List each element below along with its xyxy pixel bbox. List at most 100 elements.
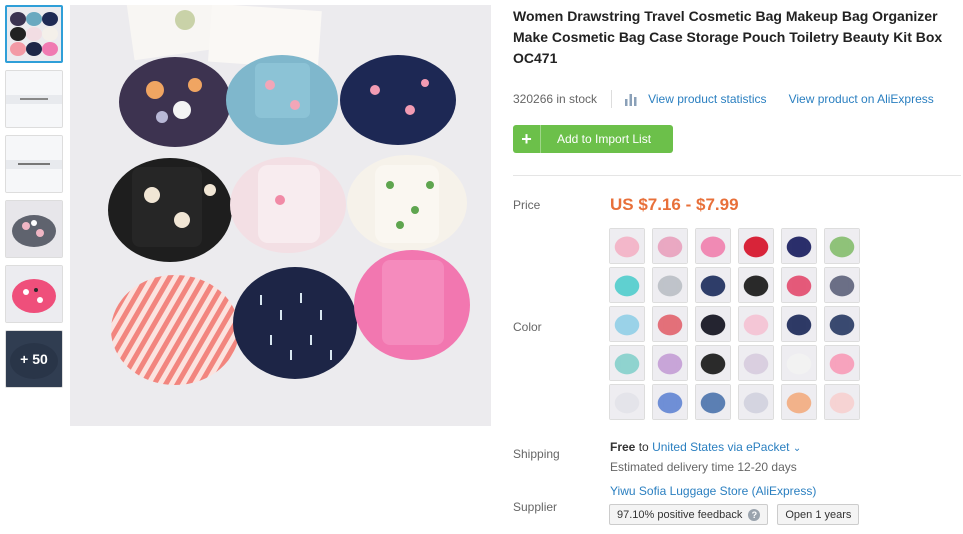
- swatch-bag-image: [610, 268, 644, 302]
- swatch-bag-image: [653, 268, 687, 302]
- color-swatch[interactable]: [652, 345, 688, 381]
- swatch-bag-image: [653, 229, 687, 263]
- swatch-bag-image: [825, 229, 859, 263]
- color-swatch[interactable]: [781, 267, 817, 303]
- pink-flamingo-image: [6, 266, 62, 322]
- divider: [611, 90, 613, 108]
- shipping-to: to: [638, 440, 649, 454]
- color-swatch[interactable]: [695, 306, 731, 342]
- swatch-bag-image: [825, 268, 859, 302]
- shipping-free: Free: [610, 440, 636, 454]
- color-label: Color: [513, 320, 542, 334]
- positive-feedback-badge: 97.10% positive feedback ?: [609, 504, 769, 525]
- swatch-bag-image: [696, 229, 730, 263]
- color-swatch[interactable]: [738, 384, 774, 420]
- thumbnail-gray-floral[interactable]: [5, 200, 63, 258]
- color-swatch[interactable]: [652, 228, 688, 264]
- add-to-import-list-button[interactable]: + Add to Import List: [513, 125, 673, 153]
- view-on-aliexpress-link[interactable]: View product on AliExpress: [789, 92, 934, 106]
- color-swatch[interactable]: [609, 267, 645, 303]
- plus-icon: +: [513, 125, 541, 153]
- swatch-bag-image: [739, 307, 773, 341]
- swatch-bag-image: [782, 346, 816, 380]
- color-swatch[interactable]: [824, 267, 860, 303]
- view-product-statistics-link[interactable]: View product statistics: [648, 92, 767, 106]
- color-swatch[interactable]: [781, 345, 817, 381]
- swatch-bag-image: [696, 307, 730, 341]
- color-swatch[interactable]: [652, 267, 688, 303]
- color-swatch-grid: [609, 228, 869, 420]
- price-label: Price: [513, 198, 541, 212]
- color-swatch[interactable]: [738, 267, 774, 303]
- swatch-bag-image: [610, 346, 644, 380]
- main-product-image[interactable]: [70, 5, 491, 426]
- feedback-text: 97.10% positive feedback: [617, 508, 743, 521]
- color-swatch[interactable]: [609, 228, 645, 264]
- color-swatch[interactable]: [824, 345, 860, 381]
- open-years-badge: Open 1 years: [777, 504, 860, 525]
- shipping-info: Free to United States via ePacket ⌄ Esti…: [610, 438, 801, 476]
- supplier-info: Yiwu Sofia Luggage Store (AliExpress): [610, 483, 816, 499]
- bar-chart-icon: [625, 94, 637, 106]
- color-swatch[interactable]: [695, 267, 731, 303]
- supplier-label: Supplier: [513, 500, 558, 514]
- color-swatch[interactable]: [738, 345, 774, 381]
- shipping-destination-dropdown[interactable]: United States via ePacket ⌄: [652, 440, 801, 454]
- swatch-bag-image: [610, 385, 644, 419]
- shipping-destination-text: United States via ePacket: [652, 440, 790, 454]
- swatch-bag-image: [610, 307, 644, 341]
- swatch-bag-image: [825, 346, 859, 380]
- delivery-estimate: Estimated delivery time 12-20 days: [610, 460, 797, 474]
- swatch-bag-image: [739, 385, 773, 419]
- swatch-bag-image: [825, 385, 859, 419]
- swatch-bag-image: [782, 229, 816, 263]
- swatch-bag-image: [739, 346, 773, 380]
- color-swatch[interactable]: [609, 384, 645, 420]
- color-swatch[interactable]: [695, 228, 731, 264]
- shipping-label: Shipping: [513, 447, 560, 461]
- swatch-bag-image: [739, 229, 773, 263]
- add-button-label: Add to Import List: [557, 132, 652, 146]
- color-swatch[interactable]: [824, 228, 860, 264]
- stock-count: 320266 in stock: [513, 92, 598, 106]
- open-years-text: Open 1 years: [785, 508, 852, 521]
- thumbnail-size-chart[interactable]: [5, 70, 63, 128]
- color-swatch[interactable]: [695, 384, 731, 420]
- thumbnail-bags-grid[interactable]: [5, 5, 63, 63]
- color-swatch[interactable]: [652, 384, 688, 420]
- thumbnail-strip: + 50: [5, 5, 63, 395]
- thumbnail-pink-flamingo[interactable]: [5, 265, 63, 323]
- help-icon[interactable]: ?: [748, 508, 761, 521]
- more-images-count: + 50: [6, 331, 62, 387]
- swatch-bag-image: [782, 385, 816, 419]
- swatch-bag-image: [653, 307, 687, 341]
- color-swatch[interactable]: [781, 306, 817, 342]
- thumbnail-more[interactable]: + 50: [5, 330, 63, 388]
- thumbnail-show-details[interactable]: [5, 135, 63, 193]
- color-swatch[interactable]: [609, 306, 645, 342]
- bags-grid-image: [7, 7, 61, 61]
- color-swatch[interactable]: [781, 384, 817, 420]
- product-photo: [70, 5, 491, 426]
- swatch-bag-image: [696, 268, 730, 302]
- color-swatch[interactable]: [738, 228, 774, 264]
- chevron-down-icon: ⌄: [792, 443, 802, 454]
- color-swatch[interactable]: [781, 228, 817, 264]
- color-swatch[interactable]: [824, 384, 860, 420]
- swatch-bag-image: [653, 346, 687, 380]
- gray-floral-image: [6, 201, 62, 257]
- color-swatch[interactable]: [652, 306, 688, 342]
- color-swatch[interactable]: [609, 345, 645, 381]
- swatch-bag-image: [610, 229, 644, 263]
- color-swatch[interactable]: [738, 306, 774, 342]
- swatch-bag-image: [782, 307, 816, 341]
- supplier-store-link[interactable]: Yiwu Sofia Luggage Store (AliExpress): [610, 484, 816, 498]
- size-chart-image: [6, 71, 62, 127]
- color-swatch[interactable]: [695, 345, 731, 381]
- show-details-image: [6, 136, 62, 192]
- color-swatch[interactable]: [824, 306, 860, 342]
- swatch-bag-image: [782, 268, 816, 302]
- price-range: US $7.16 - $7.99: [610, 195, 739, 214]
- swatch-bag-image: [739, 268, 773, 302]
- swatch-bag-image: [696, 346, 730, 380]
